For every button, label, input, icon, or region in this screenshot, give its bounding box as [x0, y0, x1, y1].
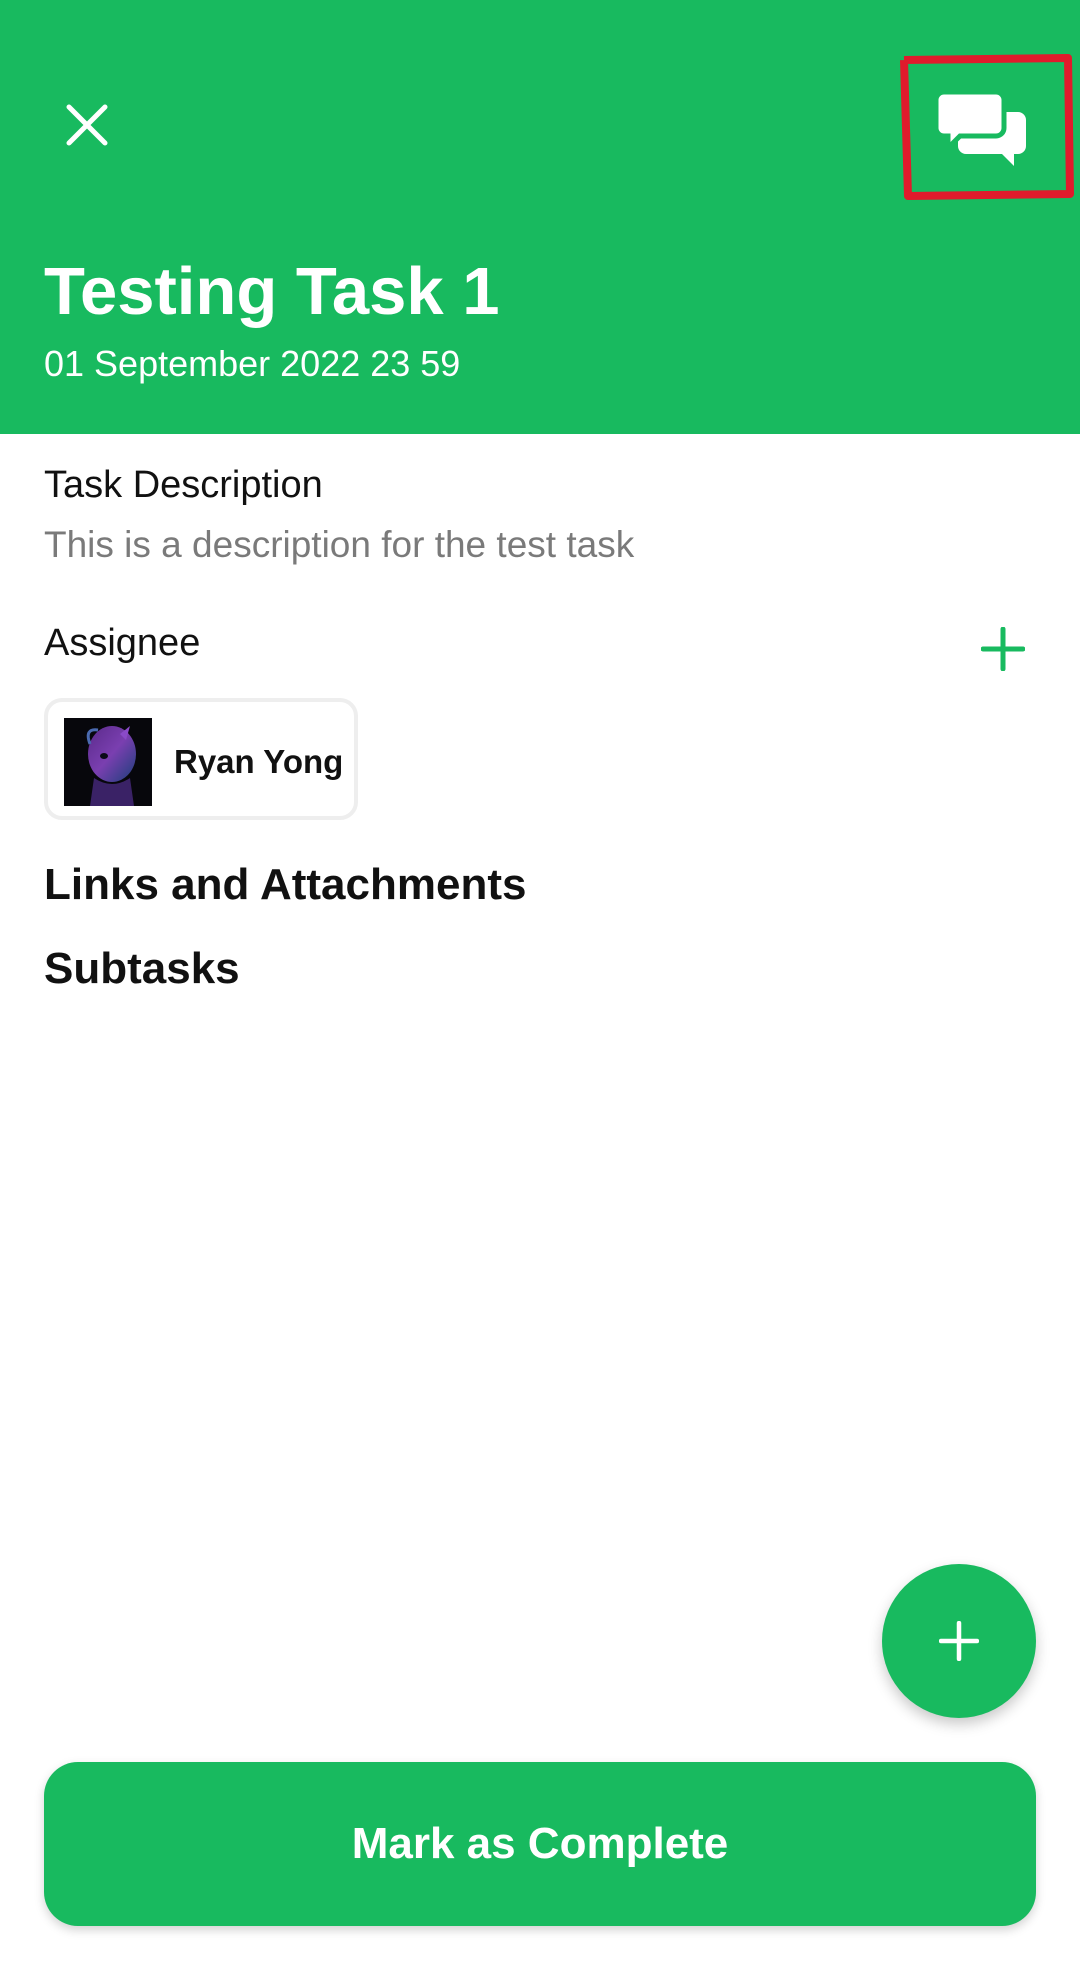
- add-assignee-button[interactable]: [976, 622, 1030, 676]
- mark-complete-button[interactable]: Mark as Complete: [44, 1762, 1036, 1926]
- close-button[interactable]: [58, 96, 116, 154]
- task-due-date: 01 September 2022 23 59: [44, 343, 461, 384]
- chat-button[interactable]: [928, 82, 1038, 174]
- plus-icon: [939, 1621, 979, 1661]
- subtasks-heading: Subtasks: [44, 944, 240, 993]
- add-fab-button[interactable]: [882, 1564, 1036, 1718]
- close-icon: [66, 104, 108, 146]
- avatar: [64, 718, 152, 806]
- task-description-label: Task Description: [44, 464, 323, 506]
- assignee-label: Assignee: [44, 622, 201, 664]
- links-attachments-heading: Links and Attachments: [44, 860, 527, 909]
- assignee-chip[interactable]: Ryan Yong: [44, 698, 358, 820]
- assignee-name: Ryan Yong: [174, 743, 344, 780]
- task-title: Testing Task 1: [44, 254, 500, 329]
- task-header: Testing Task 1 01 September 2022 23 59: [0, 0, 1080, 434]
- plus-icon: [981, 627, 1025, 671]
- chat-bubbles-icon: [936, 90, 1026, 166]
- task-description-text: This is a description for the test task: [44, 524, 635, 565]
